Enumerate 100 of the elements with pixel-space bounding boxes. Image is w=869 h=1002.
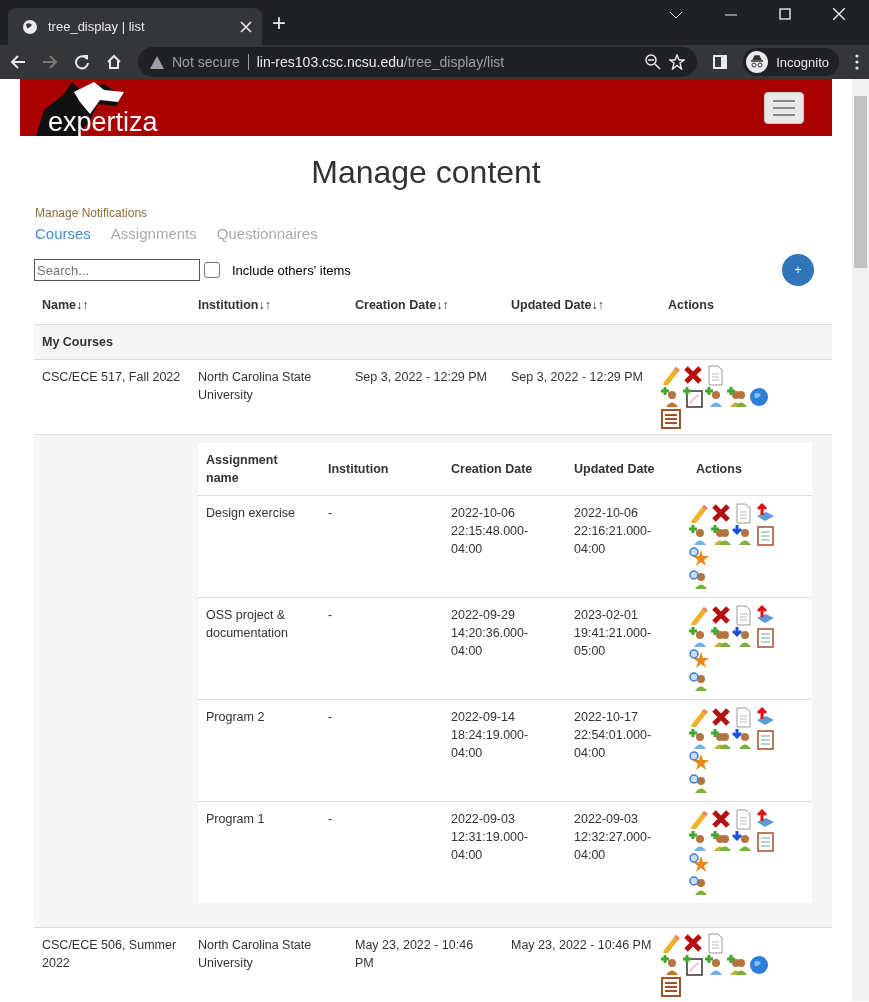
search-star-icon[interactable] xyxy=(688,648,710,670)
table-cell-text: CSC/ECE 506, Summer 2022 xyxy=(41,937,178,972)
clipboard-icon[interactable] xyxy=(754,524,776,546)
list-icon[interactable] xyxy=(660,976,682,998)
column-header[interactable]: Institution↓↑ xyxy=(198,298,271,312)
security-label: Not secure xyxy=(172,54,240,70)
home-icon[interactable] xyxy=(106,54,122,70)
profile-chip[interactable]: Incognito xyxy=(743,48,839,76)
table-cell-text: May 23, 2022 - 10:46 PM xyxy=(510,937,653,954)
menu-button[interactable] xyxy=(764,91,804,124)
warning-icon xyxy=(150,55,164,69)
clipboard-icon[interactable] xyxy=(754,728,776,750)
side-panel-icon[interactable] xyxy=(713,55,728,69)
search-group-icon[interactable] xyxy=(688,772,710,794)
close-icon[interactable] xyxy=(240,20,252,33)
table-cell-text: North Carolina State University xyxy=(197,369,313,404)
download-group-icon[interactable] xyxy=(732,728,754,750)
table-cell-text: Program 1 xyxy=(205,811,266,828)
add-group-icon[interactable] xyxy=(710,728,732,750)
book-upload-icon[interactable] xyxy=(754,706,776,728)
table-cell-text: - xyxy=(327,811,334,828)
table-cell-text: 2022-10-06 22:16:21.000-04:00 xyxy=(573,505,653,558)
notifications-link[interactable]: Manage Notifications xyxy=(35,206,148,220)
book-upload-icon[interactable] xyxy=(754,808,776,830)
download-group-icon[interactable] xyxy=(732,524,754,546)
table-cell-text: 2023-02-01 19:41:21.000-05:00 xyxy=(573,607,653,660)
table-cell-text: 2022-09-29 14:20:36.000-04:00 xyxy=(450,607,530,660)
clipboard-icon[interactable] xyxy=(754,626,776,648)
reload-icon[interactable] xyxy=(74,54,90,70)
delete-icon[interactable] xyxy=(682,932,704,954)
book-upload-icon[interactable] xyxy=(754,604,776,626)
table-cell-text: 2022-10-17 22:54:01.000-04:00 xyxy=(573,709,653,762)
globe-icon[interactable] xyxy=(748,954,770,976)
forward-icon[interactable] xyxy=(42,54,58,70)
clipboard-icon[interactable] xyxy=(754,830,776,852)
globe-icon[interactable] xyxy=(748,386,770,408)
search-field[interactable]: Search... xyxy=(34,259,200,281)
download-group-icon[interactable] xyxy=(732,626,754,648)
menu-icon[interactable] xyxy=(855,54,859,70)
table-cell-text: May 23, 2022 - 10:46 PM xyxy=(354,937,475,972)
column-header[interactable]: Creation Date↓↑ xyxy=(355,298,449,312)
url-text: lin-res103.csc.ncsu.edu/tree_display/list xyxy=(256,54,505,70)
table-cell-text: Design exercise xyxy=(205,505,296,522)
delete-icon[interactable] xyxy=(682,364,704,386)
new-tab-button[interactable]: + xyxy=(272,9,286,45)
delete-icon[interactable] xyxy=(710,502,732,524)
delete-icon[interactable] xyxy=(710,604,732,626)
column-header: Actions xyxy=(696,462,742,476)
star-icon[interactable] xyxy=(669,54,686,70)
incognito-icon xyxy=(746,51,769,73)
add-group-icon[interactable] xyxy=(710,830,732,852)
table-cell-text: - xyxy=(327,607,334,624)
checkbox-label: Include others' items xyxy=(232,262,351,278)
search-star-icon[interactable] xyxy=(688,546,710,568)
checkbox[interactable] xyxy=(204,262,220,278)
table-cell-text: CSC/ECE 517, Fall 2022 xyxy=(41,369,182,386)
column-header[interactable]: Updated Date↓↑ xyxy=(511,298,605,312)
download-group-icon[interactable] xyxy=(732,830,754,852)
table-cell-text: - xyxy=(327,505,334,522)
column-header[interactable]: Actions xyxy=(668,298,714,312)
content-tab[interactable]: Courses xyxy=(35,225,91,242)
add-chart-icon[interactable] xyxy=(682,954,704,976)
column-header[interactable]: Name↓↑ xyxy=(42,298,89,312)
list-icon[interactable] xyxy=(660,408,682,430)
column-header: Assignment name xyxy=(206,453,278,485)
table-cell-text: 2022-09-03 12:32:27.000-04:00 xyxy=(573,811,653,864)
table-cell-text: Program 2 xyxy=(205,709,266,726)
search-star-icon[interactable] xyxy=(688,852,710,874)
add-button[interactable]: + xyxy=(782,254,814,286)
group-header: My Courses xyxy=(34,325,832,360)
add-chart-icon[interactable] xyxy=(682,386,704,408)
delete-icon[interactable] xyxy=(710,808,732,830)
table-cell-text: 2022-09-03 12:31:19.000-04:00 xyxy=(450,811,530,864)
globe-icon xyxy=(22,18,38,35)
scrollbar[interactable] xyxy=(852,79,869,1001)
column-header: Creation Date xyxy=(451,462,533,476)
column-header: Updated Date xyxy=(574,462,655,476)
search-group-icon[interactable] xyxy=(688,568,710,590)
table-cell-text: 2022-09-14 18:24:19.000-04:00 xyxy=(450,709,530,762)
add-group-icon[interactable] xyxy=(726,386,748,408)
book-upload-icon[interactable] xyxy=(754,502,776,524)
back-icon[interactable] xyxy=(10,54,26,70)
delete-icon[interactable] xyxy=(710,706,732,728)
table-cell-text: North Carolina State University xyxy=(197,937,313,972)
table-cell-text: Sep 3, 2022 - 12:29 PM xyxy=(354,369,489,386)
browser-tab[interactable]: tree_display | list xyxy=(8,8,262,45)
search-group-icon[interactable] xyxy=(688,670,710,692)
table-cell-text: Sep 3, 2022 - 12:29 PM xyxy=(510,369,645,386)
column-header: Institution xyxy=(328,462,389,476)
zoom-out-icon[interactable] xyxy=(645,54,662,70)
page-title: Manage content xyxy=(310,154,542,191)
add-group-icon[interactable] xyxy=(726,954,748,976)
add-group-icon[interactable] xyxy=(710,626,732,648)
search-group-icon[interactable] xyxy=(688,874,710,896)
address-bar[interactable]: Not secure lin-res103.csc.ncsu.edu/tree_display/list xyxy=(138,47,698,77)
table-cell-text: 2022-10-06 22:15:48.000-04:00 xyxy=(450,505,530,558)
close-icon[interactable] xyxy=(833,8,845,20)
add-group-icon[interactable] xyxy=(710,524,732,546)
search-star-icon[interactable] xyxy=(688,750,710,772)
maximize-icon[interactable] xyxy=(779,8,791,20)
